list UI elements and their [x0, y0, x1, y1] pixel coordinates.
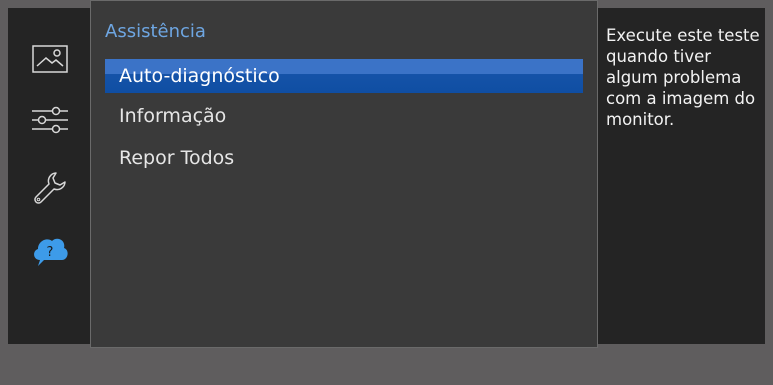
menu-item-label: Repor Todos — [119, 147, 235, 169]
wrench-icon — [34, 172, 66, 204]
menu-item-information[interactable]: Informação — [105, 99, 583, 133]
support-menu-panel: Assistência Auto-diagnóstico Informação … — [90, 0, 598, 348]
sidebar-item-system[interactable] — [26, 168, 74, 208]
help-description-panel: Execute este teste quando tiver algum pr… — [598, 8, 765, 344]
sidebar-item-settings[interactable] — [26, 100, 74, 140]
category-sidebar: ? — [8, 8, 90, 344]
help-glyph: ? — [47, 245, 54, 260]
menu-item-reset-all[interactable]: Repor Todos — [105, 141, 583, 175]
menu-item-self-diagnosis[interactable]: Auto-diagnóstico — [105, 59, 583, 93]
help-cloud-icon: ? — [34, 238, 68, 266]
menu-item-label: Auto-diagnóstico — [119, 65, 280, 87]
settings-sliders-icon — [32, 106, 68, 134]
sidebar-item-support[interactable]: ? — [26, 230, 74, 270]
help-text: Execute este teste quando tiver algum pr… — [606, 26, 760, 129]
panel-title: Assistência — [105, 21, 206, 42]
menu-item-label: Informação — [119, 105, 227, 127]
picture-icon — [32, 45, 68, 73]
sidebar-item-picture[interactable] — [26, 40, 74, 80]
